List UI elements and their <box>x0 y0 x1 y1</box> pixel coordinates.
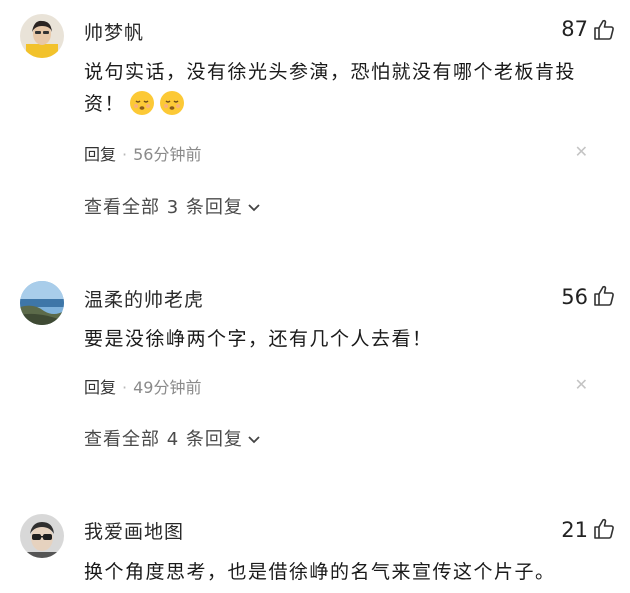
comment-text: 说句实话，没有徐光头参演，恐怕就没有哪个老板肯投资！ <box>84 56 604 120</box>
thumbs-up-icon[interactable] <box>592 18 616 42</box>
chevron-down-icon <box>247 429 261 450</box>
comment-meta: 回复 · 56分钟前 <box>84 141 201 165</box>
username[interactable]: 温柔的帅老虎 <box>84 285 204 312</box>
like-count: 87 <box>561 17 588 41</box>
timestamp: 49分钟前 <box>133 378 202 397</box>
view-replies-button[interactable]: 查看全部 3 条回复 <box>84 193 261 219</box>
reply-button[interactable]: 回复 <box>84 378 116 397</box>
username[interactable]: 帅梦帆 <box>84 18 144 45</box>
thumbs-up-icon[interactable] <box>592 517 616 541</box>
separator-dot: · <box>122 145 128 164</box>
like-count: 56 <box>561 285 588 309</box>
close-icon[interactable]: ✕ <box>575 142 588 161</box>
comment-text: 换个角度思考，也是借徐峥的名气来宣传这个片子。 <box>84 561 556 583</box>
username[interactable]: 我爱画地图 <box>84 517 184 544</box>
view-replies-label: 查看全部 4 条回复 <box>84 429 243 450</box>
comment-meta: 回复 · 49分钟前 <box>84 374 201 398</box>
comment-text: 要是没徐峥两个字，还有几个人去看！ <box>84 328 433 350</box>
avatar[interactable] <box>20 514 64 558</box>
view-replies-label: 查看全部 3 条回复 <box>84 197 243 218</box>
like-count: 21 <box>561 518 588 542</box>
comment-text-content: 说句实话，没有徐光头参演，恐怕就没有哪个老板肯投资！ <box>84 61 577 115</box>
view-replies-button[interactable]: 查看全部 4 条回复 <box>84 425 261 451</box>
avatar[interactable] <box>20 281 64 325</box>
reply-button[interactable]: 回复 <box>84 145 116 164</box>
close-icon[interactable]: ✕ <box>575 375 588 394</box>
chevron-down-icon <box>247 197 261 218</box>
separator-dot: · <box>122 378 128 397</box>
thumbs-up-icon[interactable] <box>592 284 616 308</box>
avatar[interactable] <box>20 14 64 58</box>
timestamp: 56分钟前 <box>133 145 202 164</box>
sleeping-face-emoji <box>160 91 185 115</box>
sleeping-face-emoji <box>130 91 155 115</box>
